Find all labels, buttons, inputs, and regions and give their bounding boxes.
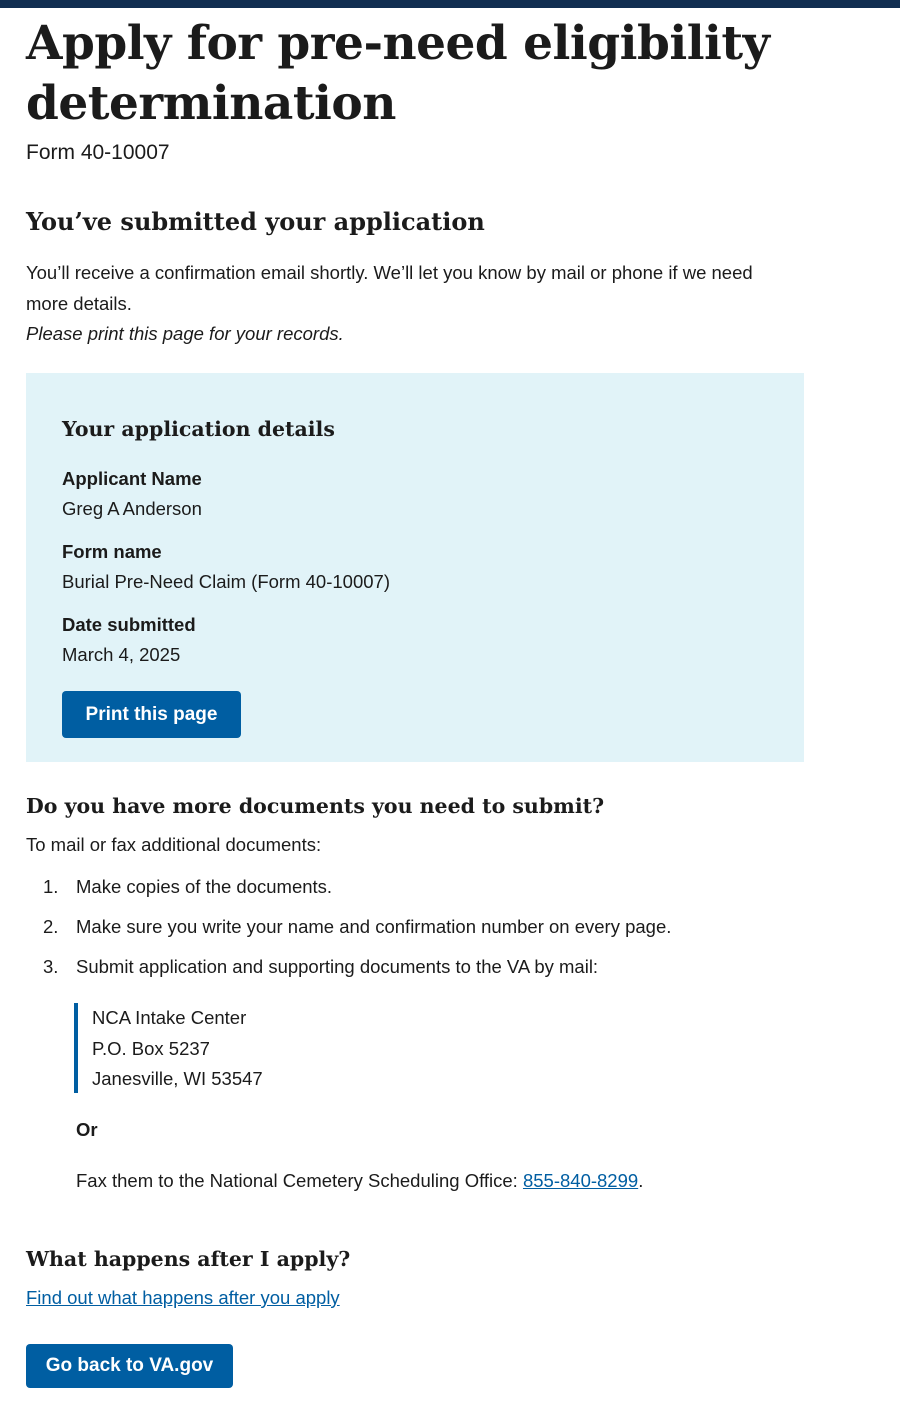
mailing-address: NCA Intake Center P.O. Box 5237 Janesvil… [74, 1003, 263, 1093]
after-apply-link[interactable]: Find out what happens after you apply [26, 1287, 340, 1308]
top-bar [0, 0, 900, 8]
submission-steps: 1. Make copies of the documents. 2. Make s… [26, 872, 804, 992]
address-line: P.O. Box 5237 [92, 1037, 210, 1059]
or-label: Or [76, 1119, 98, 1140]
print-page-button[interactable]: Print this page [62, 691, 241, 738]
documents-heading: Do you have more documents you need to s… [26, 794, 605, 818]
submitted-heading: You’ve submitted your application [26, 207, 485, 236]
form-name-item: Form name Burial Pre-Need Claim (Form 40… [62, 538, 390, 596]
form-number: Form 40-10007 [26, 141, 170, 164]
application-details-box: Your application details Applicant Name … [26, 373, 804, 762]
print-note: Please print this page for your records. [26, 323, 344, 344]
applicant-name-label: Applicant Name [62, 468, 202, 489]
step-text: Make sure you write your name and confir… [76, 916, 672, 937]
details-heading: Your application details [62, 417, 335, 441]
applicant-name-value: Greg A Anderson [62, 498, 202, 519]
step-text: Make copies of the documents. [76, 876, 333, 897]
after-apply-heading: What happens after I apply? [26, 1247, 351, 1271]
address-line: NCA Intake Center [92, 1007, 247, 1028]
fax-number-link[interactable]: 855-840-8299 [523, 1170, 638, 1191]
form-name-label: Form name [62, 541, 162, 562]
documents-intro: To mail or fax additional documents: [26, 834, 322, 855]
list-item: 1. Make copies of the documents. [26, 872, 804, 902]
page-title: Apply for pre-need eligibility determina… [26, 16, 770, 131]
step-number: 1. [43, 876, 59, 897]
date-submitted-label: Date submitted [62, 614, 196, 635]
fax-instructions: Fax them to the National Cemetery Schedu… [76, 1166, 643, 1196]
list-item: 2. Make sure you write your name and conf… [26, 912, 804, 942]
address-line: Janesville, WI 53547 [92, 1068, 263, 1089]
applicant-name-item: Applicant Name Greg A Anderson [62, 465, 202, 523]
date-submitted-value: March 4, 2025 [62, 644, 181, 665]
fax-end: . [638, 1170, 644, 1191]
list-item: 3. Submit application and supporting docu… [26, 952, 804, 982]
step-number: 3. [43, 956, 59, 977]
confirmation-message: You’ll receive a confirmation email shor… [26, 258, 796, 350]
go-back-button[interactable]: Go back to VA.gov [26, 1344, 233, 1388]
date-submitted-item: Date submitted March 4, 2025 [62, 611, 196, 669]
step-text: Submit application and supporting docume… [76, 956, 599, 977]
form-name-value: Burial Pre-Need Claim (Form 40-10007) [62, 571, 390, 592]
step-number: 2. [43, 916, 59, 937]
after-apply-link-wrap: Find out what happens after you apply [26, 1283, 340, 1313]
fax-text: Fax them to the National Cemetery Schedu… [76, 1170, 523, 1191]
confirmation-text: You’ll receive a confirmation email shor… [26, 262, 753, 314]
